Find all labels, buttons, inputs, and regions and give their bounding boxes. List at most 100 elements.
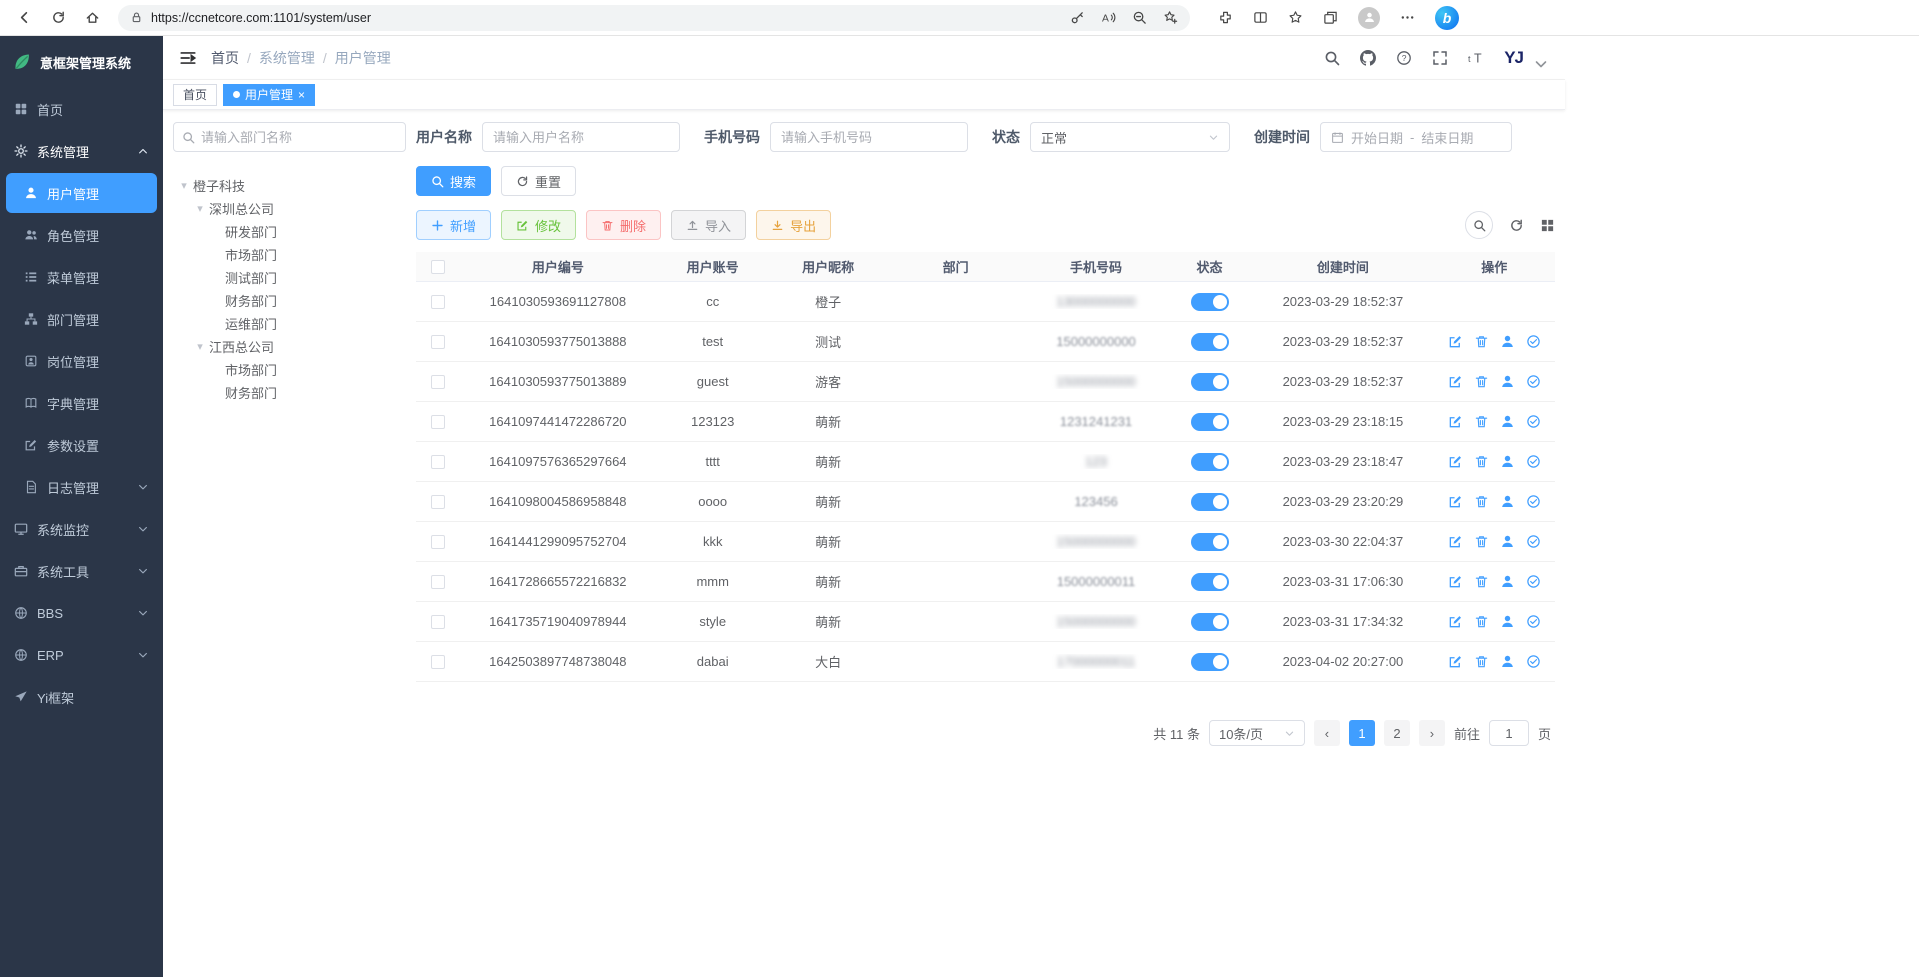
row-checkbox[interactable] [431, 615, 445, 629]
edit-icon[interactable] [1448, 574, 1463, 589]
table-row[interactable]: 1641030593691127808 cc 橙子 13000000000 20… [416, 282, 1555, 322]
table-row[interactable]: 1642503897748738048 dabai 大白 17000000011… [416, 642, 1555, 682]
more-icon[interactable] [1400, 10, 1415, 25]
add-button[interactable]: 新增 [416, 210, 491, 240]
reset-password-icon[interactable] [1500, 574, 1515, 589]
refresh-table-icon[interactable] [1509, 218, 1524, 233]
edit-icon[interactable] [1448, 454, 1463, 469]
zoom-icon[interactable] [1132, 10, 1147, 25]
assign-role-icon[interactable] [1526, 374, 1541, 389]
collections-icon[interactable] [1323, 10, 1338, 25]
search-button[interactable]: 搜索 [416, 166, 491, 196]
tree-node[interactable]: ▾江西总公司 [173, 335, 406, 358]
tree-caret-icon[interactable]: ▾ [191, 202, 209, 215]
reset-password-icon[interactable] [1500, 454, 1515, 469]
edit-icon[interactable] [1448, 534, 1463, 549]
export-button[interactable]: 导出 [756, 210, 831, 240]
favorites-bar-icon[interactable] [1288, 10, 1303, 25]
select-all-checkbox[interactable] [431, 260, 445, 274]
row-checkbox[interactable] [431, 335, 445, 349]
row-checkbox[interactable] [431, 415, 445, 429]
breadcrumb-home[interactable]: 首页 [211, 48, 239, 68]
add-favorite-icon[interactable] [1163, 10, 1178, 25]
tree-node[interactable]: ▾橙子科技 [173, 174, 406, 197]
sidebar-item-system-tools[interactable]: 系统工具 [6, 551, 157, 591]
tree-node[interactable]: 研发部门 [173, 220, 406, 243]
tree-caret-icon[interactable]: ▾ [191, 340, 209, 353]
tree-node[interactable]: 测试部门 [173, 266, 406, 289]
tree-node[interactable]: 财务部门 [173, 289, 406, 312]
read-aloud-icon[interactable]: A [1101, 10, 1116, 25]
delete-icon[interactable] [1474, 574, 1489, 589]
user-avatar[interactable]: YJ [1504, 48, 1523, 68]
status-toggle[interactable] [1191, 653, 1229, 671]
menu-fold-icon[interactable] [179, 49, 197, 67]
reset-password-icon[interactable] [1500, 654, 1515, 669]
sidebar-item-bbs[interactable]: BBS [6, 593, 157, 633]
sidebar-item-log-mgmt[interactable]: 日志管理 [6, 467, 157, 507]
edit-button[interactable]: 修改 [501, 210, 576, 240]
status-toggle[interactable] [1191, 413, 1229, 431]
status-select[interactable]: 正常 [1030, 122, 1230, 152]
reset-password-icon[interactable] [1500, 534, 1515, 549]
status-toggle[interactable] [1191, 493, 1229, 511]
table-row[interactable]: 1641030593775013889 guest 游客 15000000000… [416, 362, 1555, 402]
delete-icon[interactable] [1474, 494, 1489, 509]
delete-icon[interactable] [1474, 334, 1489, 349]
column-settings-icon[interactable] [1540, 218, 1555, 233]
tree-node[interactable]: 市场部门 [173, 358, 406, 381]
username-input[interactable] [493, 130, 669, 145]
close-icon[interactable]: × [298, 89, 305, 101]
search-icon[interactable] [1324, 50, 1340, 66]
status-toggle[interactable] [1191, 573, 1229, 591]
split-screen-icon[interactable] [1253, 10, 1268, 25]
delete-icon[interactable] [1474, 654, 1489, 669]
table-row[interactable]: 1641735719040978944 style 萌新 15000000000… [416, 602, 1555, 642]
table-row[interactable]: 1641097441472286720 123123 萌新 1231241231… [416, 402, 1555, 442]
help-icon[interactable]: ? [1396, 50, 1412, 66]
delete-icon[interactable] [1474, 454, 1489, 469]
home-icon[interactable] [78, 4, 106, 32]
sidebar-item-system-monitor[interactable]: 系统监控 [6, 509, 157, 549]
reset-password-icon[interactable] [1500, 334, 1515, 349]
row-checkbox[interactable] [431, 535, 445, 549]
reset-password-icon[interactable] [1500, 494, 1515, 509]
delete-icon[interactable] [1474, 374, 1489, 389]
tab-home[interactable]: 首页 [173, 84, 217, 106]
tree-node[interactable]: ▾深圳总公司 [173, 197, 406, 220]
assign-role-icon[interactable] [1526, 454, 1541, 469]
edit-icon[interactable] [1448, 334, 1463, 349]
sidebar-item-param-settings[interactable]: 参数设置 [6, 425, 157, 465]
next-page-button[interactable]: › [1419, 720, 1445, 746]
status-toggle[interactable] [1191, 613, 1229, 631]
reset-password-icon[interactable] [1500, 374, 1515, 389]
password-key-icon[interactable] [1070, 10, 1085, 25]
sidebar-item-dict-mgmt[interactable]: 字典管理 [6, 383, 157, 423]
back-icon[interactable] [10, 4, 38, 32]
page-button-2[interactable]: 2 [1384, 720, 1410, 746]
sidebar-item-user-mgmt[interactable]: 用户管理 [6, 173, 157, 213]
edit-icon[interactable] [1448, 614, 1463, 629]
toggle-search-button[interactable] [1465, 211, 1493, 239]
address-bar[interactable]: https://ccnetcore.com:1101/system/user A [118, 5, 1190, 31]
github-icon[interactable] [1360, 50, 1376, 66]
chevron-down-icon[interactable] [1533, 56, 1549, 72]
tree-caret-icon[interactable]: ▾ [175, 179, 193, 192]
sidebar-item-post-mgmt[interactable]: 岗位管理 [6, 341, 157, 381]
sidebar-item-yi-framework[interactable]: Yi框架 [6, 677, 157, 717]
row-checkbox[interactable] [431, 655, 445, 669]
phone-input[interactable] [781, 130, 957, 145]
status-toggle[interactable] [1191, 453, 1229, 471]
status-toggle[interactable] [1191, 333, 1229, 351]
fullscreen-icon[interactable] [1432, 50, 1448, 66]
edit-icon[interactable] [1448, 494, 1463, 509]
tree-node[interactable]: 财务部门 [173, 381, 406, 404]
breadcrumb-system[interactable]: 系统管理 [259, 48, 315, 68]
row-checkbox[interactable] [431, 375, 445, 389]
row-checkbox[interactable] [431, 455, 445, 469]
row-checkbox[interactable] [431, 575, 445, 589]
edit-icon[interactable] [1448, 414, 1463, 429]
table-row[interactable]: 1641098004586958848 oooo 萌新 123456 2023-… [416, 482, 1555, 522]
assign-role-icon[interactable] [1526, 614, 1541, 629]
dept-search-input[interactable] [201, 130, 397, 145]
